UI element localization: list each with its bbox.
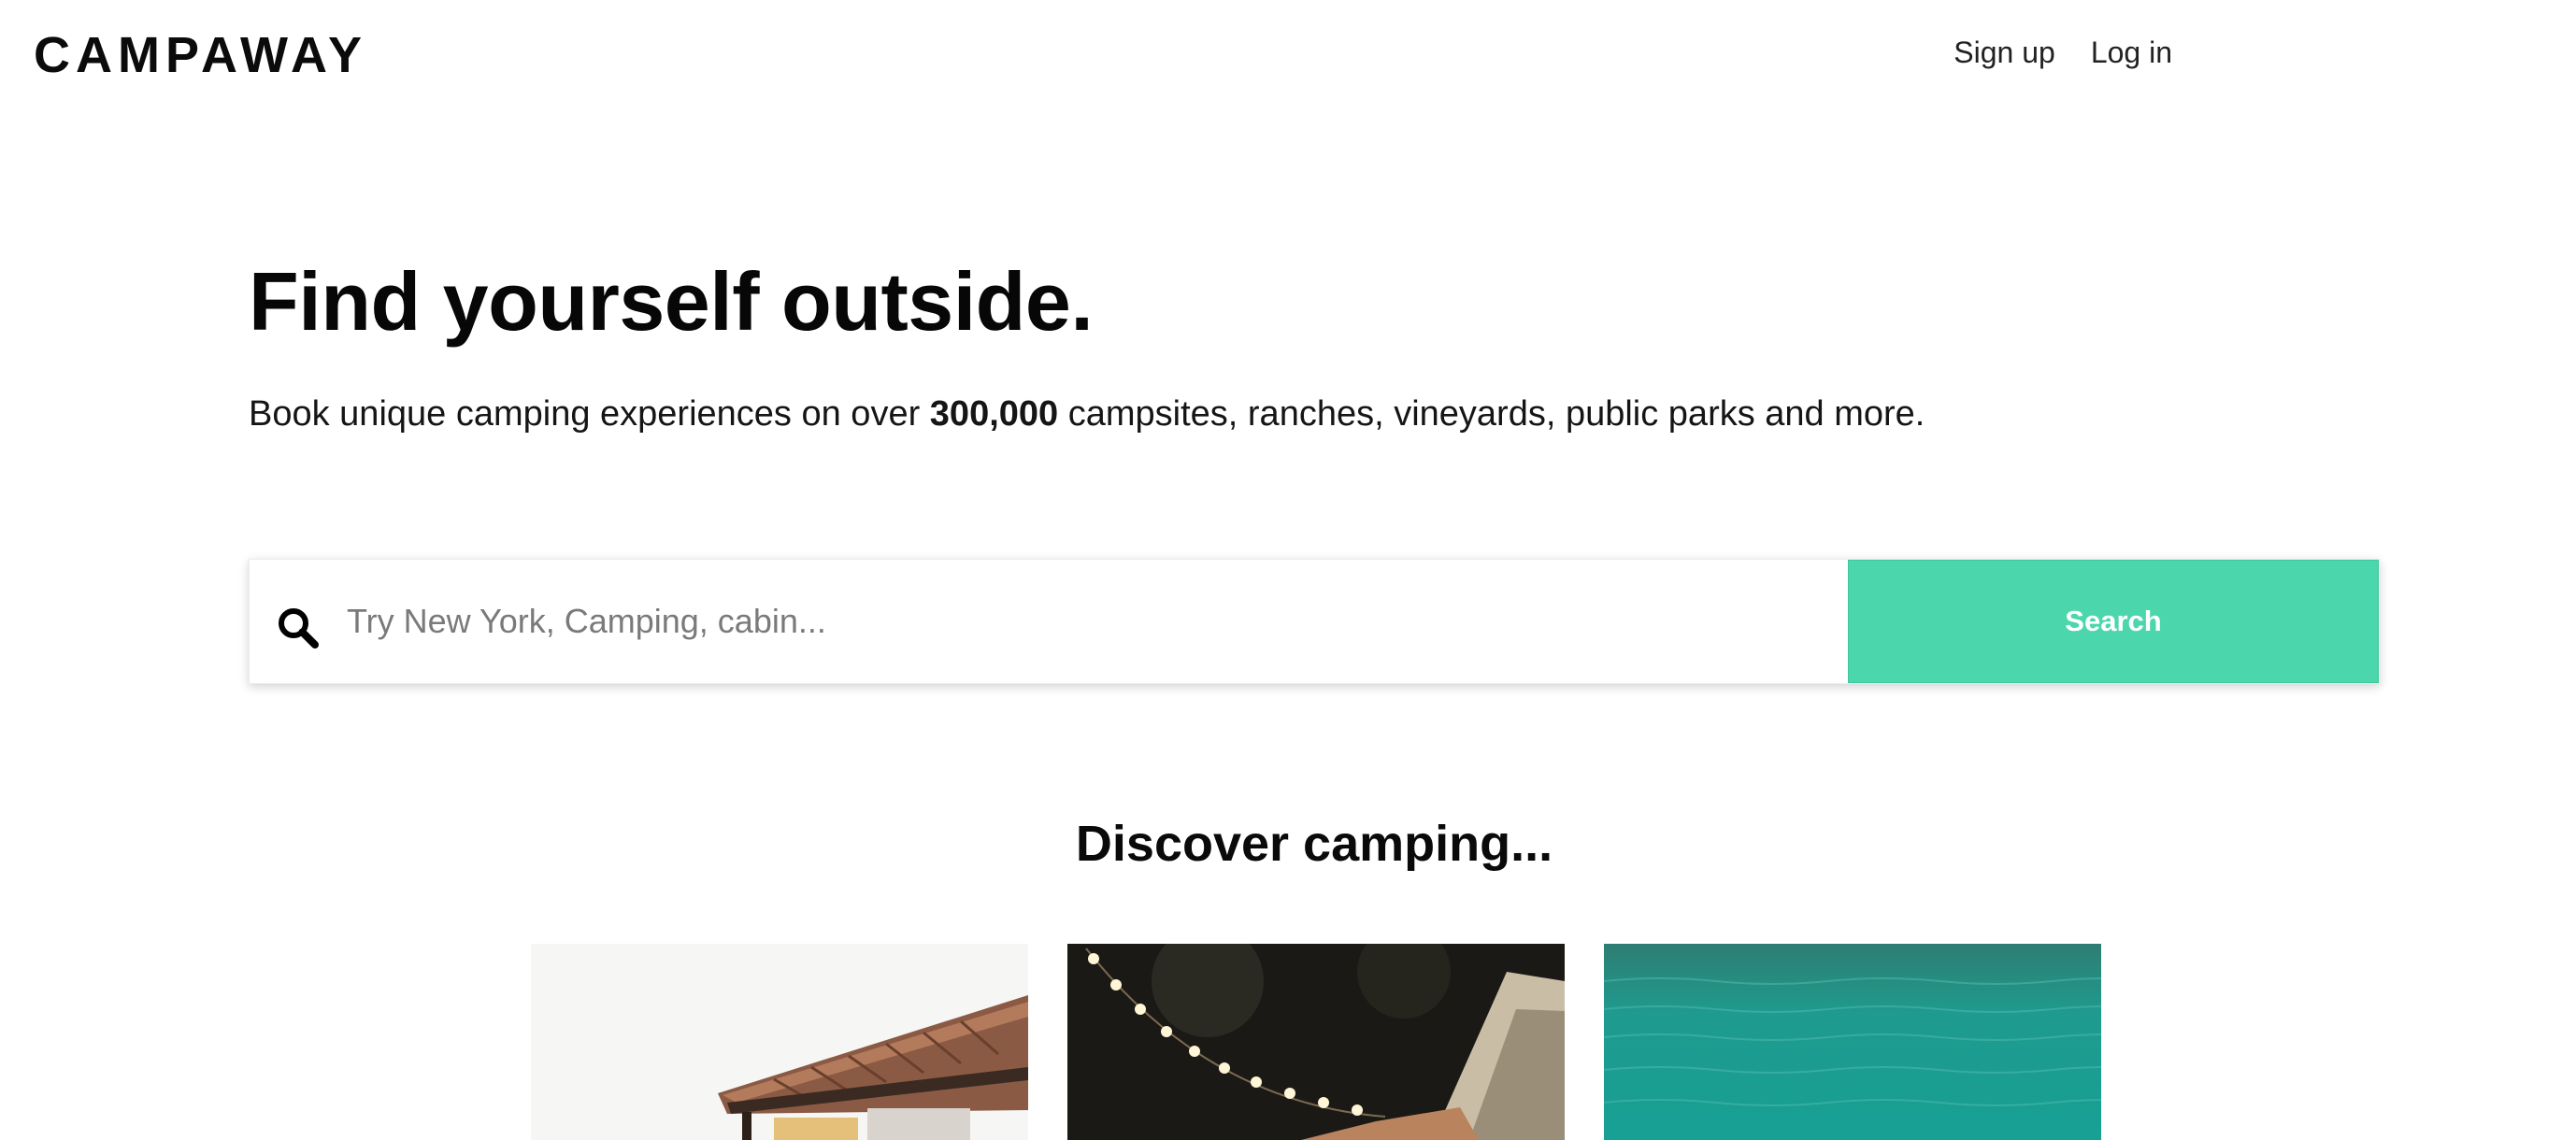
top-nav: Sign up Log in: [1953, 36, 2172, 70]
string-lights-tent-photo: [1067, 944, 1565, 1140]
discover-card-lights[interactable]: [1067, 944, 1565, 1140]
search-input[interactable]: [345, 559, 1848, 684]
search-field[interactable]: [250, 559, 1848, 684]
logo[interactable]: CAMPAWAY: [34, 26, 367, 84]
discover-card-pavilion[interactable]: [531, 944, 1028, 1140]
hero-subtitle-end: campsites, ranches, vineyards, public pa…: [1058, 394, 1925, 434]
hero-subtitle-start: Book unique camping experiences on over: [249, 394, 930, 434]
hero-subtitle: Book unique camping experiences on over …: [249, 394, 1925, 435]
hero-title: Find yourself outside.: [249, 255, 1094, 348]
discover-cards: [531, 944, 2101, 1140]
sign-up-link[interactable]: Sign up: [1953, 36, 2055, 70]
search-icon: [279, 608, 319, 648]
log-in-link[interactable]: Log in: [2091, 36, 2172, 70]
search-bar: Search: [249, 559, 2380, 684]
page: CAMPAWAY Sign up Log in Find yourself ou…: [0, 0, 2576, 1140]
hero-subtitle-count: 300,000: [929, 394, 1059, 434]
turquoise-water-photo: [1604, 944, 2101, 1140]
discover-card-water[interactable]: [1604, 944, 2101, 1140]
search-button[interactable]: Search: [1848, 560, 2379, 683]
discover-title: Discover camping...: [1075, 816, 1553, 872]
pavilion-roof-photo: [531, 944, 1028, 1140]
